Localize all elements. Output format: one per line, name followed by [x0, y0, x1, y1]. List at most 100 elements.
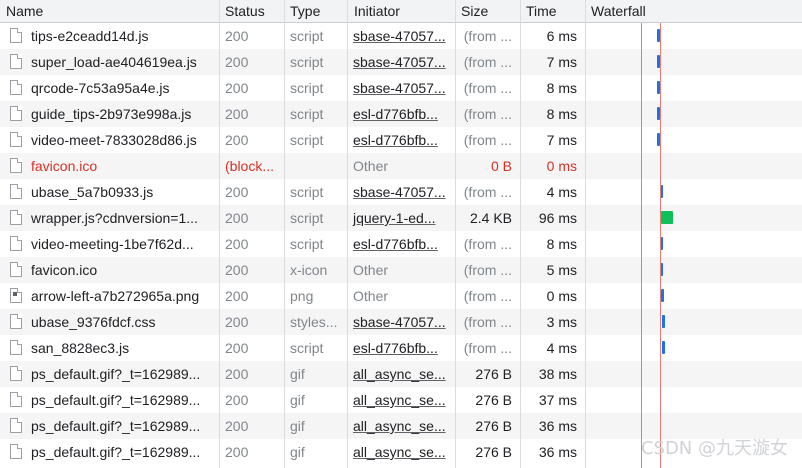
column-divider[interactable]	[520, 0, 521, 468]
request-type: styles...	[290, 314, 338, 330]
request-time: 36 ms	[538, 418, 577, 434]
request-initiator[interactable]: esl-d776bfb...	[347, 101, 455, 127]
column-divider[interactable]	[455, 0, 456, 468]
request-row[interactable]: ubase_5a7b0933.js 200 script sbase-47057...…	[0, 179, 802, 205]
request-initiator[interactable]: sbase-47057...	[347, 179, 455, 205]
waterfall-bar[interactable]	[660, 211, 673, 224]
request-type: gif	[290, 418, 305, 434]
request-size: (from ...	[463, 184, 512, 200]
request-name: guide_tips-2b973e998a.js	[31, 106, 192, 122]
request-name: video-meeting-1be7f62d...	[31, 236, 194, 252]
request-type	[284, 153, 347, 179]
request-name-cell[interactable]: arrow-left-a7b272965a.png	[0, 283, 219, 309]
request-name-cell[interactable]: ps_default.gif?_t=162989...	[0, 361, 219, 387]
request-status: 200	[225, 288, 249, 304]
request-row[interactable]: video-meeting-1be7f62d... 200 script esl-d7…	[0, 231, 802, 257]
request-type: script	[290, 210, 324, 226]
request-initiator[interactable]: esl-d776bfb...	[347, 231, 455, 257]
request-row[interactable]: super_load-ae404619ea.js 200 script sbase-4…	[0, 49, 802, 75]
column-divider[interactable]	[347, 0, 348, 468]
request-initiator[interactable]: sbase-47057...	[347, 49, 455, 75]
request-row[interactable]: tips-e2ceadd14d.js 200 script sbase-47057..…	[0, 23, 802, 49]
request-time: 38 ms	[538, 366, 577, 382]
request-row[interactable]: guide_tips-2b973e998a.js 200 script esl-d77…	[0, 101, 802, 127]
file-icon	[10, 28, 22, 43]
request-name-cell[interactable]: ps_default.gif?_t=162989...	[0, 413, 219, 439]
request-name: favicon.ico	[31, 262, 98, 278]
request-type: script	[290, 106, 324, 122]
request-name-cell[interactable]: guide_tips-2b973e998a.js	[0, 101, 219, 127]
request-initiator[interactable]: esl-d776bfb...	[347, 335, 455, 361]
waterfall-bar[interactable]	[661, 315, 665, 328]
request-initiator[interactable]: sbase-47057...	[347, 23, 455, 49]
request-size: 276 B	[475, 444, 512, 460]
request-name-cell[interactable]: san_8828ec3.js	[0, 335, 219, 361]
request-time: 0 ms	[546, 158, 577, 174]
request-name-cell[interactable]: qrcode-7c53a95a4e.js	[0, 75, 219, 101]
request-initiator[interactable]: all_async_se...	[347, 439, 455, 465]
file-icon	[10, 340, 22, 355]
request-initiator[interactable]: all_async_se...	[347, 387, 455, 413]
request-type: script	[290, 54, 324, 70]
request-row[interactable]: favicon.ico (block... Other 0 B 0 ms	[0, 153, 802, 179]
waterfall-bar[interactable]	[661, 289, 664, 302]
column-header-waterfall[interactable]: Waterfall	[585, 0, 802, 22]
request-size: (from ...	[463, 106, 512, 122]
request-name: wrapper.js?cdnversion=1...	[31, 210, 198, 226]
request-name: favicon.ico	[31, 158, 98, 174]
column-header-size[interactable]: Size	[455, 0, 521, 22]
request-row[interactable]: ubase_9376fdcf.css 200 styles... sbase-4705…	[0, 309, 802, 335]
request-initiator[interactable]: all_async_se...	[347, 413, 455, 439]
column-header-name[interactable]: Name	[0, 0, 220, 22]
request-name-cell[interactable]: video-meeting-1be7f62d...	[0, 231, 219, 257]
request-name-cell[interactable]: ps_default.gif?_t=162989...	[0, 439, 219, 465]
request-type: gif	[290, 444, 305, 460]
request-row[interactable]: video-meet-7833028d86.js 200 script esl-d77…	[0, 127, 802, 153]
request-name-cell[interactable]: favicon.ico	[0, 257, 219, 283]
request-initiator[interactable]: esl-d776bfb...	[347, 127, 455, 153]
request-initiator[interactable]: sbase-47057...	[347, 309, 455, 335]
request-row[interactable]: wrapper.js?cdnversion=1... 200 script jquer…	[0, 205, 802, 231]
request-name-cell[interactable]: tips-e2ceadd14d.js	[0, 23, 219, 49]
request-name-cell[interactable]: ubase_5a7b0933.js	[0, 179, 219, 205]
request-row[interactable]: san_8828ec3.js 200 script esl-d776bfb... (fr…	[0, 335, 802, 361]
request-name: san_8828ec3.js	[31, 340, 130, 356]
request-type: png	[290, 288, 314, 304]
request-type: x-icon	[290, 262, 328, 278]
request-initiator[interactable]: jquery-1-ed...	[347, 205, 455, 231]
request-type: gif	[290, 392, 305, 408]
column-divider[interactable]	[284, 0, 285, 468]
network-panel: Name Status Type Initiator Size Time Wat…	[0, 0, 802, 468]
request-initiator[interactable]: all_async_se...	[347, 361, 455, 387]
file-icon	[10, 184, 22, 199]
request-name-cell[interactable]: super_load-ae404619ea.js	[0, 49, 219, 75]
request-initiator[interactable]: Other	[347, 153, 455, 179]
column-header-time[interactable]: Time	[520, 0, 586, 22]
request-name-cell[interactable]: wrapper.js?cdnversion=1...	[0, 205, 219, 231]
request-row[interactable]: qrcode-7c53a95a4e.js 200 script sbase-47057…	[0, 75, 802, 101]
request-row[interactable]: ps_default.gif?_t=162989... 200 gif all_asy…	[0, 361, 802, 387]
file-icon	[10, 80, 22, 95]
request-name-cell[interactable]: video-meet-7833028d86.js	[0, 127, 219, 153]
request-status: 200	[225, 28, 249, 44]
request-row[interactable]: ps_default.gif?_t=162989... 200 gif all_asy…	[0, 387, 802, 413]
column-divider[interactable]	[585, 0, 586, 468]
column-header-type[interactable]: Type	[284, 0, 348, 22]
request-name-cell[interactable]: ps_default.gif?_t=162989...	[0, 387, 219, 413]
column-divider[interactable]	[219, 0, 220, 468]
request-name: ps_default.gif?_t=162989...	[31, 366, 201, 382]
request-type: script	[290, 184, 324, 200]
request-row[interactable]: favicon.ico 200 x-icon Other (from ... 5 ms	[0, 257, 802, 283]
request-row[interactable]: arrow-left-a7b272965a.png 200 png Other (fro…	[0, 283, 802, 309]
request-type: script	[290, 80, 324, 96]
request-name-cell[interactable]: ubase_9376fdcf.css	[0, 309, 219, 335]
column-header-initiator[interactable]: Initiator	[348, 0, 456, 22]
request-size: 0 B	[490, 158, 512, 174]
request-initiator[interactable]: Other	[347, 257, 455, 283]
request-initiator[interactable]: Other	[347, 283, 455, 309]
request-size: (from ...	[463, 132, 512, 148]
waterfall-bar[interactable]	[662, 341, 665, 354]
request-initiator[interactable]: sbase-47057...	[347, 75, 455, 101]
column-header-status[interactable]: Status	[219, 0, 285, 22]
request-name-cell[interactable]: favicon.ico	[0, 153, 219, 179]
